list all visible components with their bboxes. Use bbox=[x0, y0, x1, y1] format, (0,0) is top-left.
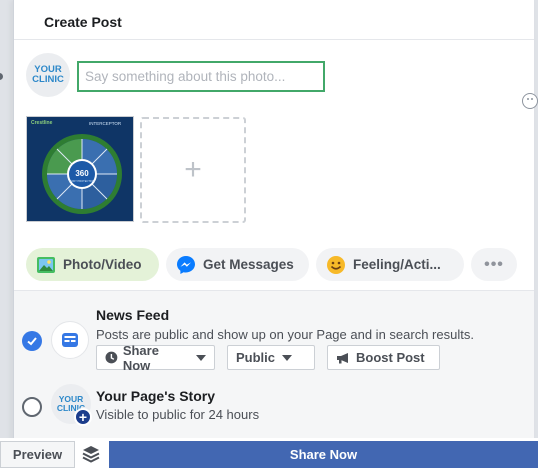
get-messages-button[interactable]: Get Messages bbox=[166, 248, 309, 281]
add-story-plus-icon: + bbox=[74, 408, 92, 426]
story-title: Your Page's Story bbox=[96, 388, 215, 404]
messenger-icon bbox=[177, 255, 195, 274]
news-feed-title: News Feed bbox=[96, 307, 170, 323]
thumbnail-graphic: 360 BODY PROTECTION bbox=[42, 134, 122, 214]
stage: Create Post YOUR CLINIC Say something ab… bbox=[0, 0, 538, 468]
edge-indicator bbox=[0, 73, 3, 80]
add-photo-plus-icon: + bbox=[184, 153, 202, 186]
preview-button[interactable]: Preview bbox=[0, 441, 75, 468]
smiley-icon bbox=[327, 255, 345, 274]
emoji-picker-icon[interactable] bbox=[522, 93, 538, 109]
megaphone-icon bbox=[337, 352, 348, 363]
more-icon: ••• bbox=[484, 255, 504, 273]
news-feed-icon bbox=[51, 321, 89, 359]
thumbnail-center-caption: BODY PROTECTION bbox=[69, 179, 94, 183]
create-post-dialog: Create Post YOUR CLINIC Say something ab… bbox=[13, 0, 538, 468]
photo-video-button[interactable]: Photo/Video bbox=[26, 248, 159, 281]
post-text-input[interactable]: Say something about this photo... bbox=[77, 61, 325, 92]
thumbnail-logo-text: Crestline bbox=[31, 120, 53, 126]
avatar-text-line2: CLINIC bbox=[32, 74, 64, 85]
privacy-dropdown-label: Public bbox=[236, 350, 276, 365]
news-feed-checkbox[interactable] bbox=[22, 331, 42, 351]
news-feed-description: Posts are public and show up on your Pag… bbox=[96, 327, 474, 342]
post-text-placeholder: Say something about this photo... bbox=[85, 69, 286, 84]
dialog-header: Create Post bbox=[14, 0, 534, 40]
feeling-activity-label: Feeling/Acti... bbox=[353, 257, 441, 272]
share-now-button-label: Share Now bbox=[289, 447, 358, 462]
chevron-down-icon bbox=[196, 354, 206, 361]
share-now-dropdown[interactable]: Share Now bbox=[96, 342, 215, 373]
photo-icon bbox=[37, 256, 55, 273]
feeling-activity-button[interactable]: Feeling/Acti... bbox=[316, 248, 464, 281]
share-now-button[interactable]: Share Now bbox=[109, 441, 538, 468]
checkmark-icon bbox=[27, 337, 37, 346]
preview-button-label: Preview bbox=[12, 447, 63, 462]
story-description: Visible to public for 24 hours bbox=[96, 407, 260, 422]
story-radio[interactable] bbox=[22, 397, 42, 417]
get-messages-label: Get Messages bbox=[203, 257, 294, 272]
clock-icon bbox=[105, 351, 118, 364]
thumbnail-badge-text: INTERCEPTOR bbox=[89, 121, 122, 126]
photo-thumbnail[interactable]: Crestline INTERCEPTOR 360 BODY PROTECTIO… bbox=[26, 116, 134, 222]
share-now-dropdown-label: Share Now bbox=[122, 342, 159, 373]
chevron-down-icon bbox=[282, 354, 293, 361]
add-photo-tile[interactable]: + bbox=[140, 117, 246, 223]
dialog-title: Create Post bbox=[44, 14, 122, 30]
dialog-top: Create Post YOUR CLINIC Say something ab… bbox=[14, 0, 538, 290]
page-avatar[interactable]: YOUR CLINIC bbox=[26, 53, 70, 97]
layers-icon[interactable] bbox=[80, 443, 102, 465]
feed-window-icon bbox=[62, 333, 78, 347]
more-actions-button[interactable]: ••• bbox=[471, 248, 517, 281]
privacy-dropdown[interactable]: Public bbox=[227, 345, 315, 370]
boost-post-button[interactable]: Boost Post bbox=[327, 345, 440, 370]
photo-video-label: Photo/Video bbox=[63, 257, 142, 272]
thumbnail-center-number: 360 bbox=[75, 169, 89, 178]
boost-post-label: Boost Post bbox=[356, 350, 425, 365]
